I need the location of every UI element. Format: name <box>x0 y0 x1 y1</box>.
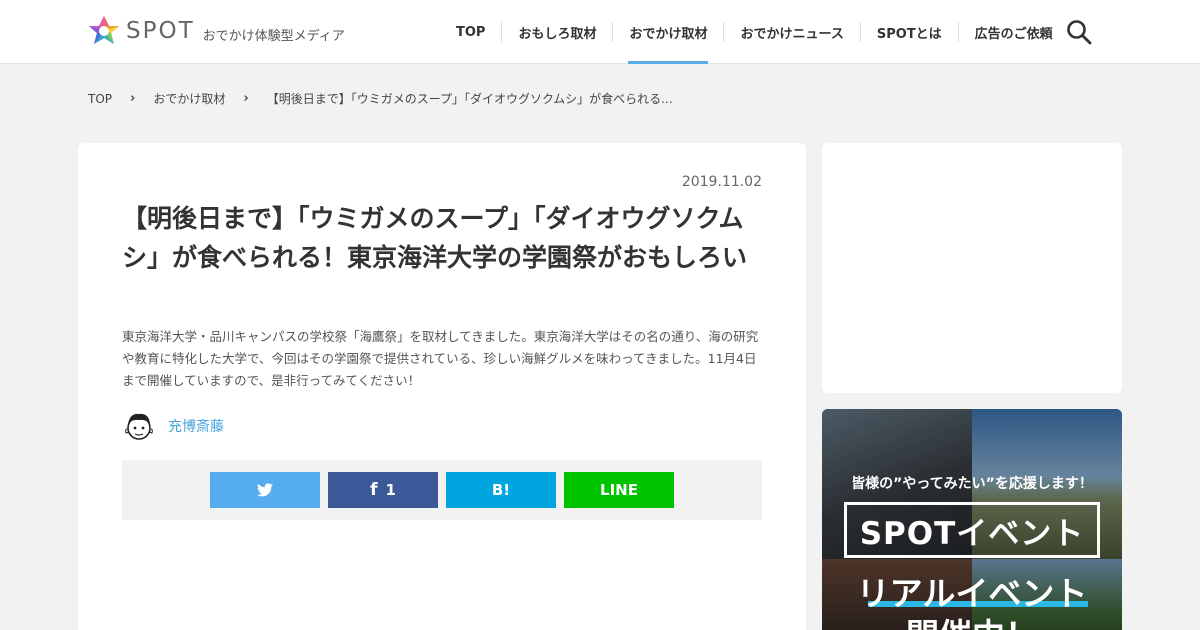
sidebar-ad-slot <box>822 143 1122 393</box>
author-avatar-icon <box>125 413 153 440</box>
facebook-share-count: 1 <box>385 481 396 499</box>
banner-tagline: 皆様の”やってみたい”を応援します！ <box>851 476 1093 492</box>
nav-top[interactable]: TOP <box>440 0 501 64</box>
logo-wordmark: SPOT <box>126 18 195 44</box>
breadcrumb: TOP › おでかけ取材 › 【明後日まで】「ウミガメのスープ」「ダイオウグソク… <box>88 90 673 107</box>
twitter-bird-icon <box>257 483 273 497</box>
author-name[interactable]: 充博斎藤 <box>168 416 224 436</box>
breadcrumb-top[interactable]: TOP <box>88 92 112 106</box>
nav-news[interactable]: おでかけニュース <box>724 0 859 64</box>
banner-headline: リアルイベント <box>856 574 1088 613</box>
nav-about[interactable]: SPOTとは <box>861 0 958 64</box>
share-bar: f 1 B! LINE <box>122 460 762 520</box>
breadcrumb-category[interactable]: おでかけ取材 <box>153 90 225 107</box>
spot-logo-icon <box>89 16 119 44</box>
chevron-right-icon: › <box>130 91 136 106</box>
search-icon[interactable] <box>1066 19 1092 45</box>
breadcrumb-current: 【明後日まで】「ウミガメのスープ」「ダイオウグソクムシ」が食べられる... <box>266 92 673 106</box>
nav-odekake-active[interactable]: おでかけ取材 <box>613 0 723 64</box>
facebook-share-button[interactable]: f 1 <box>328 472 438 508</box>
line-share-button[interactable]: LINE <box>564 472 674 508</box>
site-logo[interactable]: SPOT おでかけ体験型メディア <box>88 15 345 47</box>
nav-omoshiro[interactable]: おもしろ取材 <box>502 0 612 64</box>
main-nav: TOP おもしろ取材 おでかけ取材 おでかけニュース SPOTとは 広告のご依頼 <box>440 0 1069 64</box>
hatena-bookmark-button[interactable]: B! <box>446 472 556 508</box>
twitter-share-button[interactable] <box>210 472 320 508</box>
facebook-f-icon: f <box>370 480 378 500</box>
banner-event-title: SPOTイベント <box>844 502 1100 558</box>
article-card: 2019.11.02 【明後日まで】「ウミガメのスープ」「ダイオウグソクムシ」が… <box>78 143 806 630</box>
author-block[interactable]: 充博斎藤 <box>122 409 224 443</box>
spot-event-banner[interactable]: 皆様の”やってみたい”を応援します！ SPOTイベント リアルイベント 開催中！ <box>822 409 1122 630</box>
banner-subheadline: 開催中！ <box>822 609 1122 630</box>
article-title: 【明後日まで】「ウミガメのスープ」「ダイオウグソクムシ」が食べられる！東京海洋大… <box>122 204 748 272</box>
chevron-right-icon: › <box>243 91 249 106</box>
nav-advertise[interactable]: 広告のご依頼 <box>959 0 1069 64</box>
article-lead: 東京海洋大学・品川キャンパスの学校祭「海鷹祭」を取材してきました。東京海洋大学は… <box>122 329 759 388</box>
site-header: SPOT おでかけ体験型メディア TOP おもしろ取材 おでかけ取材 おでかけニ… <box>0 0 1200 64</box>
article-date: 2019.11.02 <box>681 174 762 190</box>
logo-tagline: おでかけ体験型メディア <box>202 28 345 44</box>
